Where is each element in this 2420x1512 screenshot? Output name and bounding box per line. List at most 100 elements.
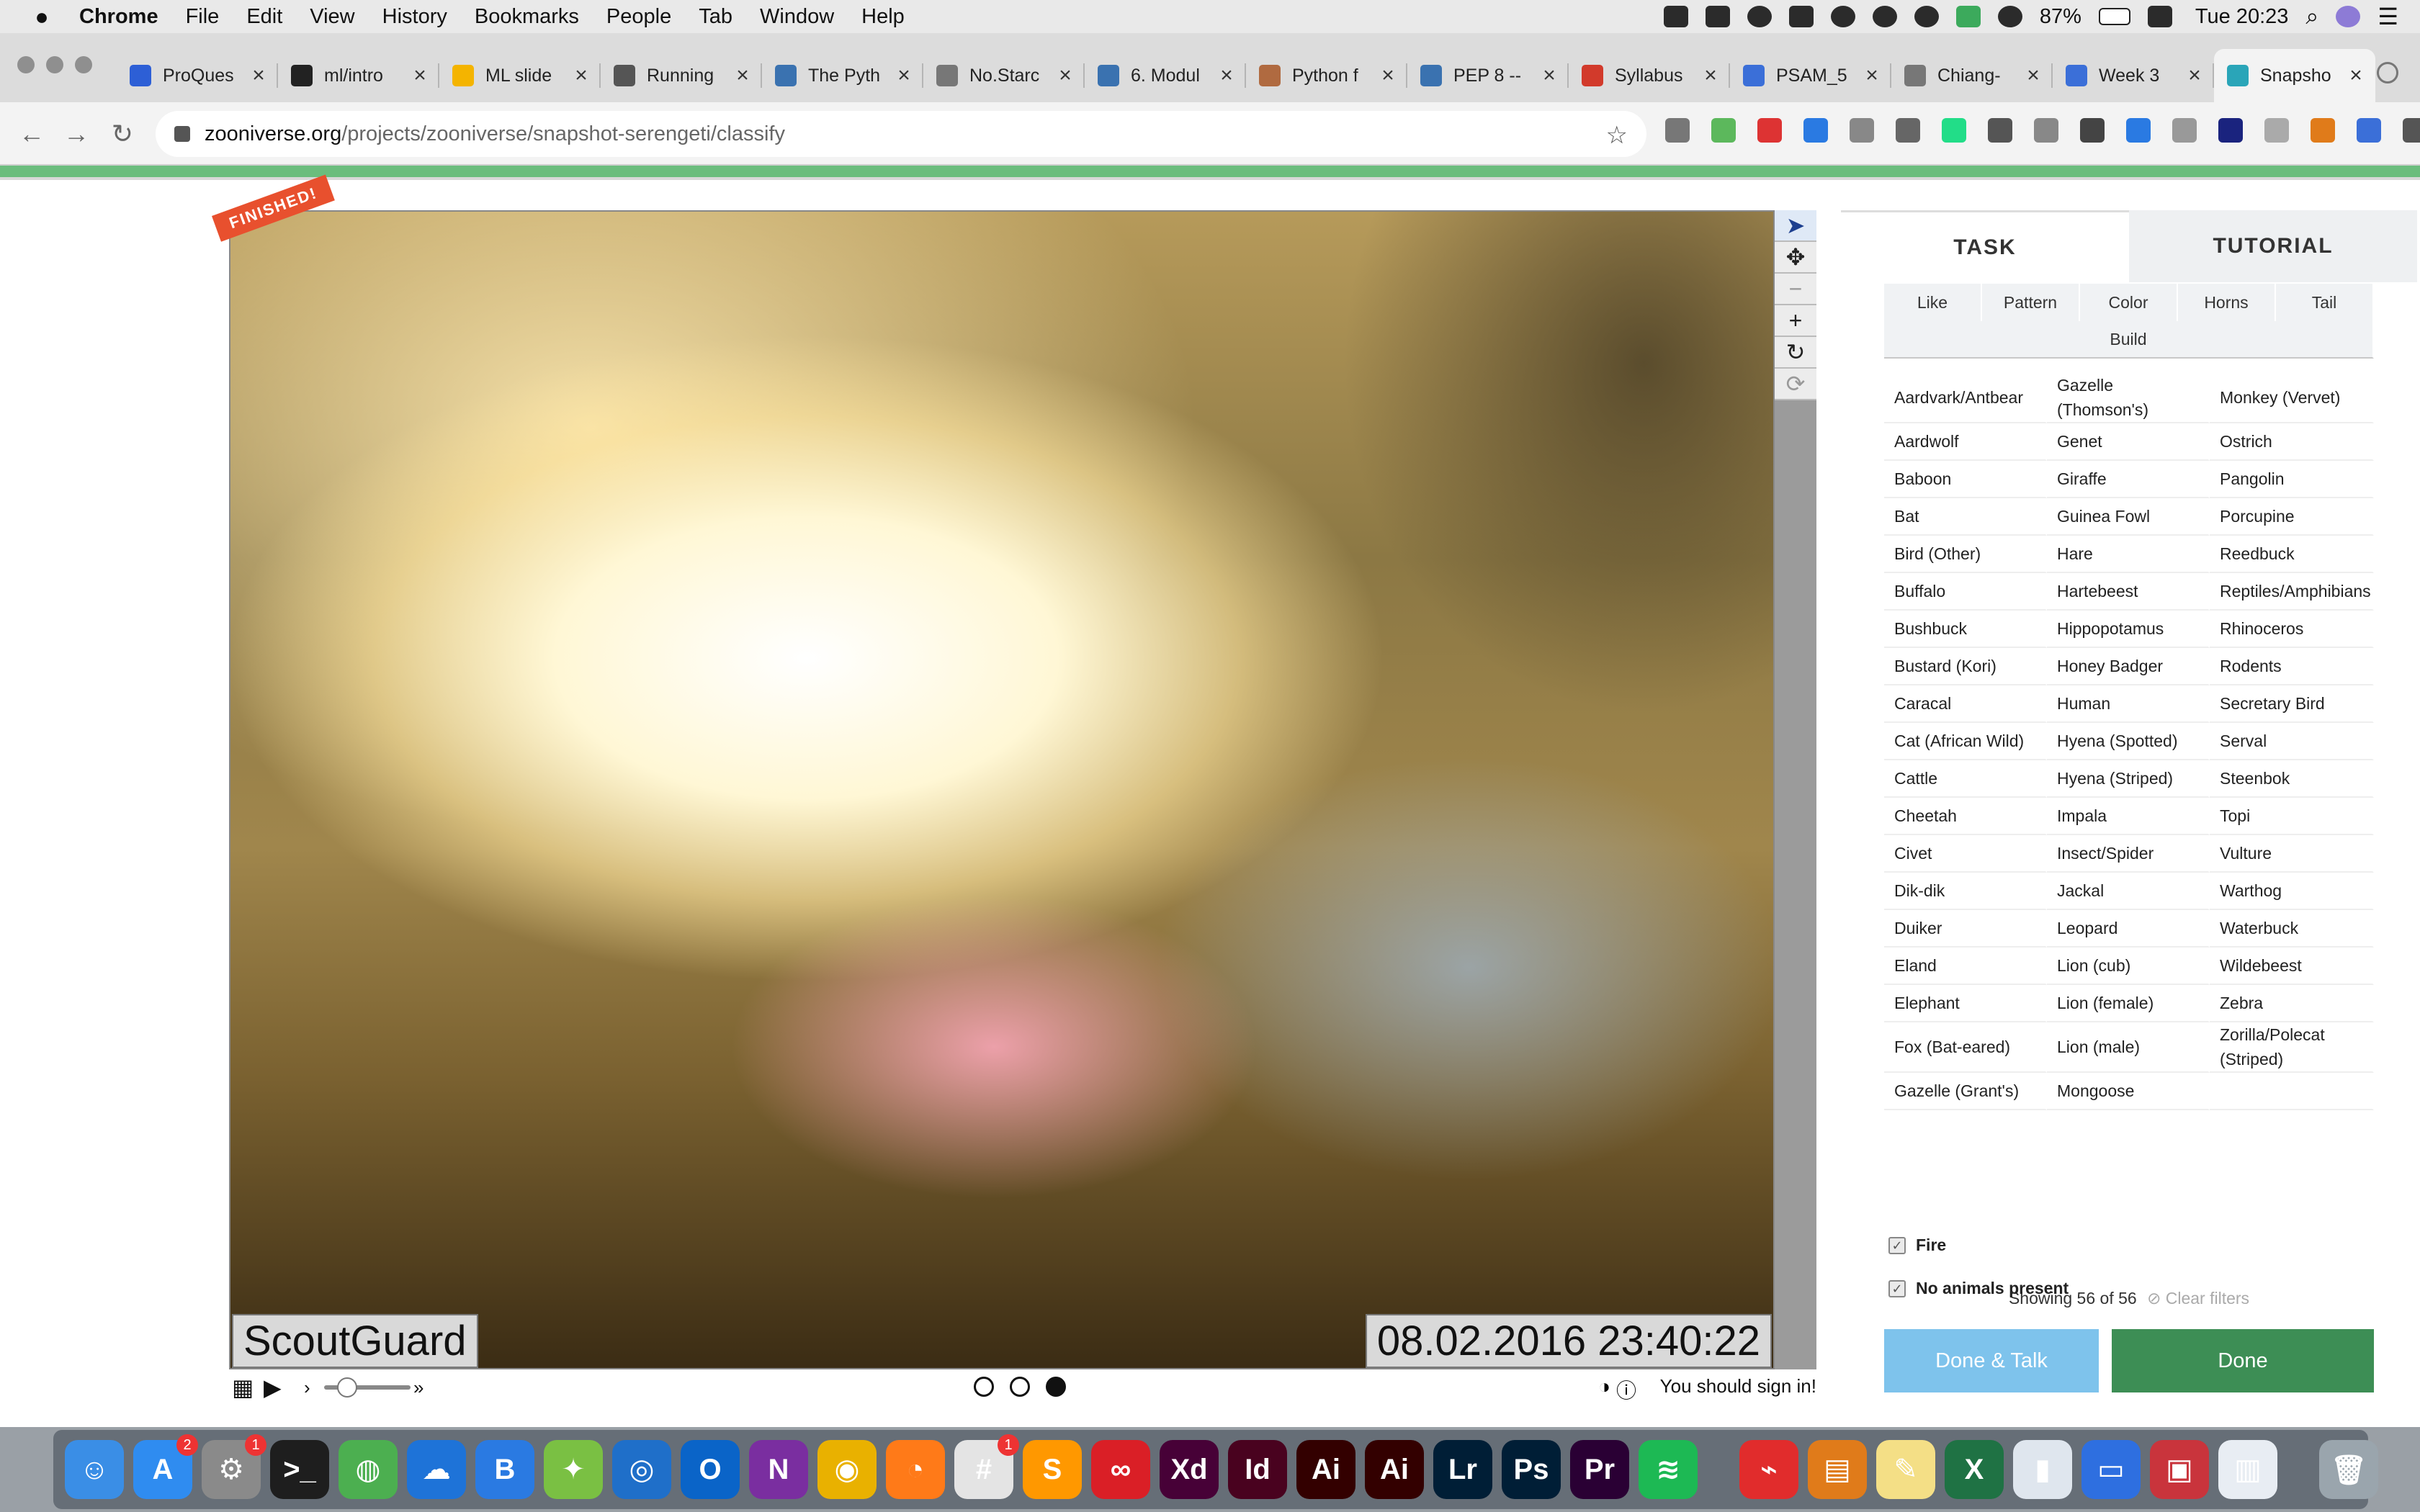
- dock-app-icon[interactable]: ☁: [407, 1440, 466, 1499]
- tab-tutorial[interactable]: TUTORIAL: [2129, 210, 2417, 282]
- species-choice[interactable]: Mongoose: [2047, 1073, 2210, 1110]
- species-choice[interactable]: Ostrich: [2210, 423, 2374, 461]
- filter-like[interactable]: Like: [1884, 284, 1982, 321]
- pocket-icon[interactable]: [1896, 118, 1920, 143]
- dock-app-icon[interactable]: ⌁: [1739, 1440, 1798, 1499]
- filter-build[interactable]: Build: [1884, 321, 2374, 359]
- dock-app-icon[interactable]: O: [681, 1440, 740, 1499]
- done-and-talk-button[interactable]: Done & Talk: [1884, 1329, 2099, 1392]
- browser-tab[interactable]: Snapsho ×: [2214, 49, 2375, 102]
- species-choice[interactable]: Waterbuck: [2210, 910, 2374, 948]
- browser-tab[interactable]: ProQues ×: [117, 49, 278, 102]
- zotero-icon[interactable]: [2034, 118, 2058, 143]
- app-status-icon[interactable]: [1955, 6, 1981, 27]
- done-button[interactable]: Done: [2112, 1329, 2374, 1392]
- menu-help[interactable]: Help: [861, 5, 905, 29]
- tab-task[interactable]: TASK: [1841, 210, 2129, 282]
- species-choice[interactable]: Bustard (Kori): [1884, 648, 2047, 685]
- species-choice[interactable]: Warthog: [2210, 873, 2374, 910]
- shield-icon[interactable]: [1872, 6, 1897, 27]
- dock-app-icon[interactable]: ∞: [1091, 1440, 1150, 1499]
- faster-icon[interactable]: »: [413, 1377, 424, 1399]
- species-choice[interactable]: Lion (female): [2047, 985, 2210, 1022]
- slower-icon[interactable]: ›: [304, 1377, 310, 1399]
- filter-tail[interactable]: Tail: [2276, 284, 2374, 321]
- extension-icon[interactable]: [1711, 118, 1736, 143]
- species-choice[interactable]: Aardvark/Antbear: [1884, 373, 2047, 423]
- species-choice[interactable]: Cattle: [1884, 760, 2047, 798]
- back-button[interactable]: ←: [14, 117, 49, 151]
- tab-close-icon[interactable]: ×: [895, 63, 913, 88]
- species-choice[interactable]: Hippopotamus: [2047, 611, 2210, 648]
- species-choice[interactable]: Secretary Bird: [2210, 685, 2374, 723]
- species-choice[interactable]: Monkey (Vervet): [2210, 373, 2374, 423]
- cloud-icon[interactable]: [1914, 6, 1939, 27]
- extension-icon[interactable]: [1665, 118, 1690, 143]
- species-choice[interactable]: Topi: [2210, 798, 2374, 835]
- info-icon[interactable]: ⓘ: [1616, 1375, 1636, 1404]
- browser-tab[interactable]: No.Starc ×: [923, 49, 1085, 102]
- tab-close-icon[interactable]: ×: [1217, 63, 1236, 88]
- dock-app-icon[interactable]: ◔: [886, 1440, 945, 1499]
- species-choice[interactable]: Genet: [2047, 423, 2210, 461]
- species-choice[interactable]: Lion (cub): [2047, 948, 2210, 985]
- dock-app-icon[interactable]: Lr: [1433, 1440, 1492, 1499]
- no-animals-checkbox[interactable]: ✓ No animals present: [1888, 1279, 2069, 1298]
- tab-close-icon[interactable]: ×: [249, 63, 268, 88]
- speed-slider[interactable]: [324, 1377, 411, 1398]
- browser-tab[interactable]: ML slide ×: [439, 49, 601, 102]
- dock-app-icon[interactable]: ▮: [2013, 1440, 2072, 1499]
- menu-tab[interactable]: Tab: [699, 5, 732, 29]
- dock-app-icon[interactable]: ✦: [544, 1440, 603, 1499]
- tab-close-icon[interactable]: ×: [1540, 63, 1559, 88]
- frame-dot-2[interactable]: [1010, 1377, 1030, 1397]
- menu-edit[interactable]: Edit: [246, 5, 282, 29]
- dock-app-icon[interactable]: ▥: [2218, 1440, 2277, 1499]
- zoom-window-button[interactable]: [75, 56, 92, 73]
- browser-tab[interactable]: Syllabus ×: [1569, 49, 1730, 102]
- species-choice[interactable]: Rhinoceros: [2210, 611, 2374, 648]
- address-bar[interactable]: zooniverse.org /projects/zooniverse/snap…: [156, 111, 1646, 157]
- menu-bookmarks[interactable]: Bookmarks: [475, 5, 579, 29]
- tab-close-icon[interactable]: ×: [572, 63, 591, 88]
- menu-people[interactable]: People: [606, 5, 671, 29]
- dock-app-icon[interactable]: A2: [133, 1434, 198, 1499]
- filter-color[interactable]: Color: [2080, 284, 2178, 321]
- menu-history[interactable]: History: [382, 5, 447, 29]
- species-choice[interactable]: Hartebeest: [2047, 573, 2210, 611]
- tab-close-icon[interactable]: ×: [2185, 63, 2204, 88]
- tab-close-icon[interactable]: ×: [411, 63, 429, 88]
- species-choice[interactable]: Zebra: [2210, 985, 2374, 1022]
- dock-app-icon[interactable]: ▭: [2081, 1440, 2141, 1499]
- dock-app-icon[interactable]: ✎: [1876, 1440, 1935, 1499]
- dock-app-icon[interactable]: #1: [954, 1434, 1019, 1499]
- checkbox-check-icon[interactable]: ✓: [1888, 1279, 1906, 1297]
- species-choice[interactable]: Dik-dik: [1884, 873, 2047, 910]
- extension-icon[interactable]: [2126, 118, 2151, 143]
- dock-app-icon[interactable]: Ps: [1502, 1440, 1561, 1499]
- bitwarden-icon[interactable]: [1788, 6, 1814, 27]
- dock-app-icon[interactable]: S: [1023, 1440, 1082, 1499]
- dock-app-icon[interactable]: ◍: [339, 1440, 398, 1499]
- browser-tab[interactable]: Chiang- ×: [1891, 49, 2053, 102]
- invert-icon[interactable]: ◑: [1598, 1375, 1610, 1398]
- extension-icon[interactable]: [2264, 118, 2289, 143]
- settings-status-icon[interactable]: [1830, 6, 1855, 27]
- browser-tab[interactable]: PEP 8 -- ×: [1407, 49, 1569, 102]
- notification-center-icon[interactable]: ☰: [2378, 3, 2398, 30]
- tab-close-icon[interactable]: ×: [733, 63, 752, 88]
- tab-close-icon[interactable]: ×: [2024, 63, 2043, 88]
- forward-button[interactable]: →: [59, 117, 94, 151]
- species-choice[interactable]: Baboon: [1884, 461, 2047, 498]
- dock-app-icon[interactable]: ≋: [1639, 1440, 1698, 1499]
- clock[interactable]: Tue 20:23: [2195, 5, 2289, 29]
- species-choice[interactable]: Elephant: [1884, 985, 2047, 1022]
- extension-icon[interactable]: [2357, 118, 2381, 143]
- frame-dot-1[interactable]: [974, 1377, 994, 1397]
- adblock-icon[interactable]: [1757, 118, 1782, 143]
- browser-tab[interactable]: ml/intro ×: [278, 49, 439, 102]
- pointer-tool-icon[interactable]: ➤: [1775, 210, 1816, 242]
- reload-button[interactable]: ↻: [105, 117, 140, 151]
- species-choice[interactable]: Aardwolf: [1884, 423, 2047, 461]
- dock-app-icon[interactable]: Id: [1228, 1440, 1287, 1499]
